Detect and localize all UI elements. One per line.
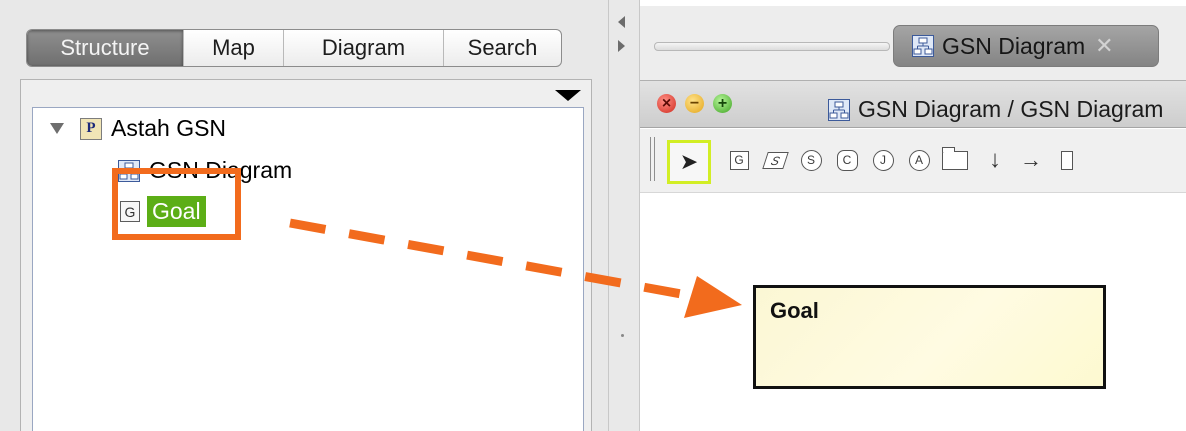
- diagram-title-text: GSN Diagram / GSN Diagram: [858, 96, 1164, 122]
- expand-right-icon[interactable]: [618, 40, 625, 52]
- goal-tool-icon: G: [729, 150, 749, 170]
- solution-tool-button[interactable]: S: [793, 140, 829, 180]
- justification-tool-icon: J: [872, 149, 894, 171]
- context-tool-icon: C: [836, 149, 858, 171]
- overflow-tool-icon: [1061, 150, 1073, 170]
- toolbar-grip[interactable]: [650, 137, 655, 181]
- tab-gsn-diagram[interactable]: GSN Diagram ✕: [893, 25, 1159, 67]
- goal-node-label: Goal: [770, 298, 819, 323]
- expand-triangle-icon[interactable]: [50, 123, 64, 134]
- tree-node-label: Astah GSN: [111, 115, 227, 141]
- view-menu-icon[interactable]: [555, 90, 581, 101]
- left-panel-tabbar: Structure Map Diagram Search: [26, 29, 562, 67]
- goal-tool-button[interactable]: G: [721, 140, 757, 180]
- close-window-icon[interactable]: ×: [657, 94, 676, 113]
- gsn-diagram-icon: [912, 35, 934, 57]
- solution-tool-icon: S: [800, 149, 822, 171]
- gsn-diagram-icon: [828, 98, 850, 121]
- supported-by-tool-button[interactable]: ↓: [977, 140, 1013, 180]
- highlight-box: [112, 168, 241, 240]
- structure-tree[interactable]: [32, 107, 584, 431]
- assumption-tool-button[interactable]: A: [901, 140, 937, 180]
- tab-diagram[interactable]: Diagram: [284, 30, 444, 66]
- strategy-tool-button[interactable]: S: [757, 140, 793, 180]
- module-tool-icon: [942, 146, 968, 170]
- tab-strip-track: [654, 42, 890, 51]
- project-icon: P: [80, 117, 102, 140]
- maximize-window-icon[interactable]: +: [713, 94, 732, 113]
- assumption-tool-icon: A: [908, 149, 930, 171]
- module-tool-button[interactable]: [937, 140, 973, 180]
- select-tool-button[interactable]: ➤: [667, 140, 711, 184]
- diagram-title: GSN Diagram / GSN Diagram: [828, 96, 1186, 123]
- justification-tool-button[interactable]: J: [865, 140, 901, 180]
- tab-label: GSN Diagram: [942, 32, 1086, 59]
- splitter-grip-icon: [621, 334, 624, 337]
- in-context-of-tool-button[interactable]: →: [1013, 140, 1049, 180]
- tab-structure[interactable]: Structure: [27, 30, 184, 66]
- tab-search[interactable]: Search: [444, 30, 561, 66]
- tree-node-astah-gsn[interactable]: P Astah GSN: [50, 115, 226, 142]
- panel-splitter[interactable]: [608, 0, 640, 431]
- strategy-tool-icon: S: [761, 151, 789, 169]
- close-tab-icon[interactable]: ✕: [1095, 33, 1113, 59]
- context-tool-button[interactable]: C: [829, 140, 865, 180]
- minimize-window-icon[interactable]: −: [685, 94, 704, 113]
- goal-node[interactable]: Goal: [753, 285, 1106, 389]
- tab-map[interactable]: Map: [184, 30, 284, 66]
- more-tools-button[interactable]: [1049, 140, 1085, 180]
- collapse-left-icon[interactable]: [618, 16, 625, 28]
